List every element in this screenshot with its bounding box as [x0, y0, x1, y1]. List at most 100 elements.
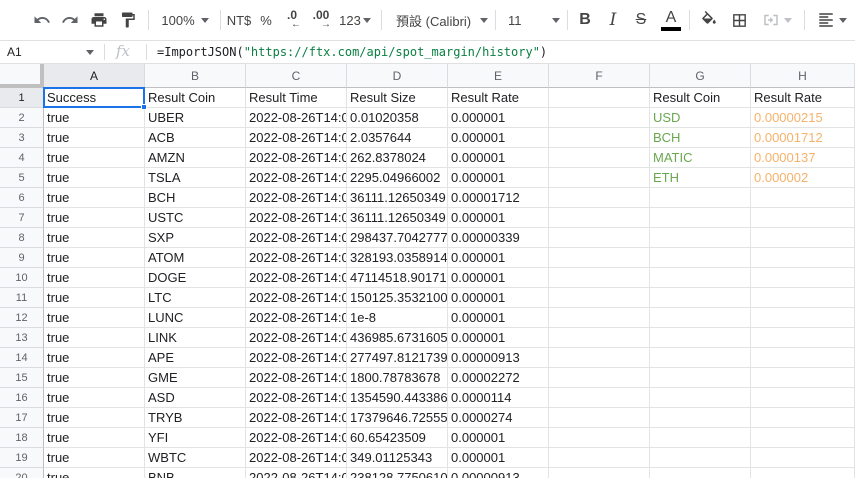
select-all-corner[interactable] [0, 64, 44, 88]
cell-d3[interactable]: 2.0357644 [347, 128, 448, 148]
italic-icon[interactable]: I [602, 8, 624, 32]
cell-e15[interactable]: 0.00002272 [448, 368, 549, 388]
cell-b3[interactable]: ACB [145, 128, 246, 148]
cell-h20[interactable] [751, 468, 855, 478]
cell-h17[interactable] [751, 408, 855, 428]
cell-g4[interactable]: MATIC [650, 148, 751, 168]
cell-a12[interactable]: true [44, 308, 145, 328]
cell-c17[interactable]: 2022-08-26T14:00:00+00:00 [246, 408, 347, 428]
cell-f2[interactable] [549, 108, 650, 128]
cell-e1[interactable]: Result Rate [448, 88, 549, 108]
cell-d5[interactable]: 2295.04966002 [347, 168, 448, 188]
more-formats-select[interactable]: 123 [337, 8, 373, 32]
cell-g12[interactable] [650, 308, 751, 328]
cell-e11[interactable]: 0.000001 [448, 288, 549, 308]
zoom-select[interactable]: 100% [156, 8, 214, 32]
column-header-f[interactable]: F [549, 64, 650, 88]
cell-b11[interactable]: LTC [145, 288, 246, 308]
cell-g3[interactable]: BCH [650, 128, 751, 148]
cell-g17[interactable] [650, 408, 751, 428]
cell-g20[interactable] [650, 468, 751, 478]
cell-e16[interactable]: 0.0000114 [448, 388, 549, 408]
merge-cells-icon[interactable] [757, 8, 797, 32]
cell-c9[interactable]: 2022-08-26T14:00:00+00:00 [246, 248, 347, 268]
cell-f20[interactable] [549, 468, 650, 478]
cell-h3[interactable]: 0.00001712 [751, 128, 855, 148]
cell-g5[interactable]: ETH [650, 168, 751, 188]
cell-c20[interactable]: 2022-08-26T14:00:00+00:00 [246, 468, 347, 478]
cell-b18[interactable]: YFI [145, 428, 246, 448]
row-header-4[interactable]: 4 [0, 148, 44, 168]
cell-d11[interactable]: 150125.35321000 [347, 288, 448, 308]
cell-b7[interactable]: USTC [145, 208, 246, 228]
cell-g6[interactable] [650, 188, 751, 208]
undo-icon[interactable] [30, 8, 54, 32]
cell-d13[interactable]: 436985.67316050 [347, 328, 448, 348]
cell-e6[interactable]: 0.00001712 [448, 188, 549, 208]
cell-f5[interactable] [549, 168, 650, 188]
row-header-15[interactable]: 15 [0, 368, 44, 388]
row-header-3[interactable]: 3 [0, 128, 44, 148]
cell-e12[interactable]: 0.000001 [448, 308, 549, 328]
cell-e4[interactable]: 0.000001 [448, 148, 549, 168]
column-header-a[interactable]: A [44, 64, 145, 88]
row-header-20[interactable]: 20 [0, 468, 44, 478]
cell-b1[interactable]: Result Coin [145, 88, 246, 108]
cell-a5[interactable]: true [44, 168, 145, 188]
cell-a6[interactable]: true [44, 188, 145, 208]
cell-b8[interactable]: SXP [145, 228, 246, 248]
cell-h9[interactable] [751, 248, 855, 268]
cell-c19[interactable]: 2022-08-26T14:00:00+00:00 [246, 448, 347, 468]
column-header-d[interactable]: D [347, 64, 448, 88]
cell-h18[interactable] [751, 428, 855, 448]
cell-f18[interactable] [549, 428, 650, 448]
cell-g9[interactable] [650, 248, 751, 268]
cell-h12[interactable] [751, 308, 855, 328]
row-header-18[interactable]: 18 [0, 428, 44, 448]
cell-h2[interactable]: 0.00000215 [751, 108, 855, 128]
fill-color-icon[interactable] [697, 8, 721, 32]
cell-h8[interactable] [751, 228, 855, 248]
cell-c1[interactable]: Result Time [246, 88, 347, 108]
cell-g7[interactable] [650, 208, 751, 228]
cell-b2[interactable]: UBER [145, 108, 246, 128]
cell-f15[interactable] [549, 368, 650, 388]
cell-b4[interactable]: AMZN [145, 148, 246, 168]
cell-h10[interactable] [751, 268, 855, 288]
cell-c2[interactable]: 2022-08-26T14:00:00+00:00 [246, 108, 347, 128]
cell-d18[interactable]: 60.65423509 [347, 428, 448, 448]
row-header-17[interactable]: 17 [0, 408, 44, 428]
cell-h5[interactable]: 0.000002 [751, 168, 855, 188]
name-box[interactable]: A1 [0, 41, 102, 63]
cell-d12[interactable]: 1e-8 [347, 308, 448, 328]
cell-g1[interactable]: Result Coin [650, 88, 751, 108]
row-header-14[interactable]: 14 [0, 348, 44, 368]
cell-a20[interactable]: true [44, 468, 145, 478]
column-header-b[interactable]: B [145, 64, 246, 88]
cell-c11[interactable]: 2022-08-26T14:00:00+00:00 [246, 288, 347, 308]
cell-c18[interactable]: 2022-08-26T14:00:00+00:00 [246, 428, 347, 448]
cell-d6[interactable]: 36111.12650349 [347, 188, 448, 208]
cell-d7[interactable]: 36111.12650349 [347, 208, 448, 228]
cell-f13[interactable] [549, 328, 650, 348]
cell-g11[interactable] [650, 288, 751, 308]
cell-f3[interactable] [549, 128, 650, 148]
currency-format-button[interactable]: NT$ [224, 8, 254, 32]
cell-a18[interactable]: true [44, 428, 145, 448]
cell-b13[interactable]: LINK [145, 328, 246, 348]
cell-a14[interactable]: true [44, 348, 145, 368]
cell-d17[interactable]: 17379646.72555 [347, 408, 448, 428]
row-header-8[interactable]: 8 [0, 228, 44, 248]
cell-e3[interactable]: 0.000001 [448, 128, 549, 148]
row-header-9[interactable]: 9 [0, 248, 44, 268]
cell-d9[interactable]: 328193.03589140 [347, 248, 448, 268]
cell-e9[interactable]: 0.000001 [448, 248, 549, 268]
cell-b16[interactable]: ASD [145, 388, 246, 408]
cell-d20[interactable]: 238128.77506100 [347, 468, 448, 478]
cell-f10[interactable] [549, 268, 650, 288]
cell-c13[interactable]: 2022-08-26T14:00:00+00:00 [246, 328, 347, 348]
cell-d1[interactable]: Result Size [347, 88, 448, 108]
cell-h16[interactable] [751, 388, 855, 408]
cell-h15[interactable] [751, 368, 855, 388]
formula-input[interactable]: =ImportJSON("https://ftx.com/api/spot_ma… [157, 45, 547, 59]
